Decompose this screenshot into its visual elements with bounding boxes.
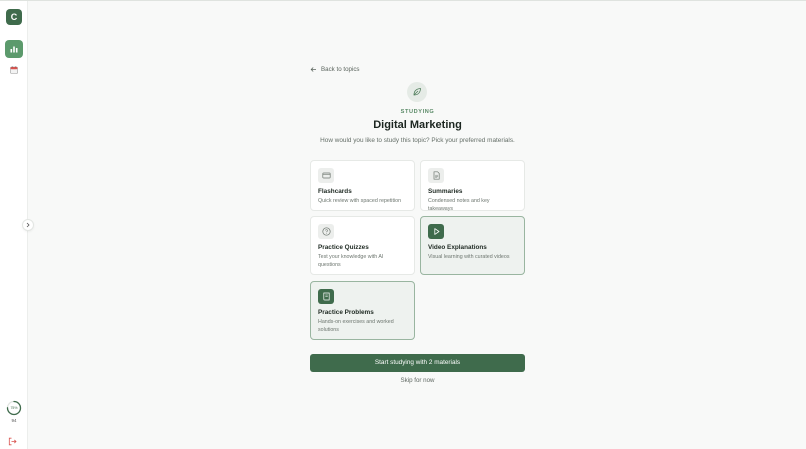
chevron-right-icon xyxy=(26,222,30,228)
option-card-practice-quizzes[interactable]: Practice Quizzes Test your knowledge wit… xyxy=(310,216,415,275)
option-card-video-explanations[interactable]: Video Explanations Visual learning with … xyxy=(420,216,525,275)
app-logo[interactable]: C xyxy=(6,9,22,25)
option-description: Quick review with spaced repetition xyxy=(318,198,402,204)
leaf-icon xyxy=(413,88,421,96)
sidebar-toggle-button[interactable] xyxy=(22,219,34,231)
play-icon xyxy=(433,228,439,235)
option-description: Hands-on exercises and worked solutions xyxy=(318,319,394,333)
option-card-summaries[interactable]: Summaries Condensed notes and key takeaw… xyxy=(420,160,525,212)
card-icon-container xyxy=(318,289,334,304)
option-description: Visual learning with curated videos xyxy=(428,254,510,260)
card-icon-container xyxy=(428,168,444,183)
option-description: Condensed notes and key takeaways xyxy=(428,198,490,212)
document-icon xyxy=(433,171,440,180)
progress-percent: 75% xyxy=(10,406,18,410)
card-icon xyxy=(321,172,331,179)
start-studying-button[interactable]: Start studying with 2 materials xyxy=(310,354,525,372)
window-top-border xyxy=(0,0,806,1)
skip-for-now-link[interactable]: Skip for now xyxy=(310,377,525,384)
card-icon-container xyxy=(428,224,444,239)
logout-icon xyxy=(8,437,17,446)
option-card-flashcards[interactable]: Flashcards Quick review with spaced repe… xyxy=(310,160,415,211)
page-title: Digital Marketing xyxy=(373,119,462,131)
back-to-topics-link[interactable]: Back to topics xyxy=(310,64,360,74)
book-icon xyxy=(322,292,330,301)
progress-ring[interactable]: 75% xyxy=(6,400,22,416)
topic-icon xyxy=(407,82,427,102)
chart-icon xyxy=(10,46,18,53)
calendar-icon xyxy=(10,66,18,74)
back-link-label: Back to topics xyxy=(321,65,360,73)
option-card-practice-problems[interactable]: Practice Problems Hands-on exercises and… xyxy=(310,281,415,340)
topic-eyebrow: STUDYING xyxy=(400,109,435,115)
page-subtitle: How would you like to study this topic? … xyxy=(320,137,515,144)
nav-item-dashboard[interactable] xyxy=(5,40,23,58)
card-icon-container xyxy=(318,168,334,183)
nav-item-calendar[interactable] xyxy=(9,65,19,75)
option-title: Summaries xyxy=(428,188,463,195)
option-title: Flashcards xyxy=(318,188,352,195)
question-icon xyxy=(321,227,331,236)
arrow-left-icon xyxy=(310,66,316,72)
logout-button[interactable] xyxy=(8,433,17,446)
streak-count: 94 xyxy=(11,418,17,423)
option-title: Video Explanations xyxy=(428,244,487,251)
card-icon-container xyxy=(318,224,334,239)
option-title: Practice Problems xyxy=(318,309,374,316)
option-description: Test your knowledge with AI questions xyxy=(318,254,384,268)
option-title: Practice Quizzes xyxy=(318,244,369,251)
